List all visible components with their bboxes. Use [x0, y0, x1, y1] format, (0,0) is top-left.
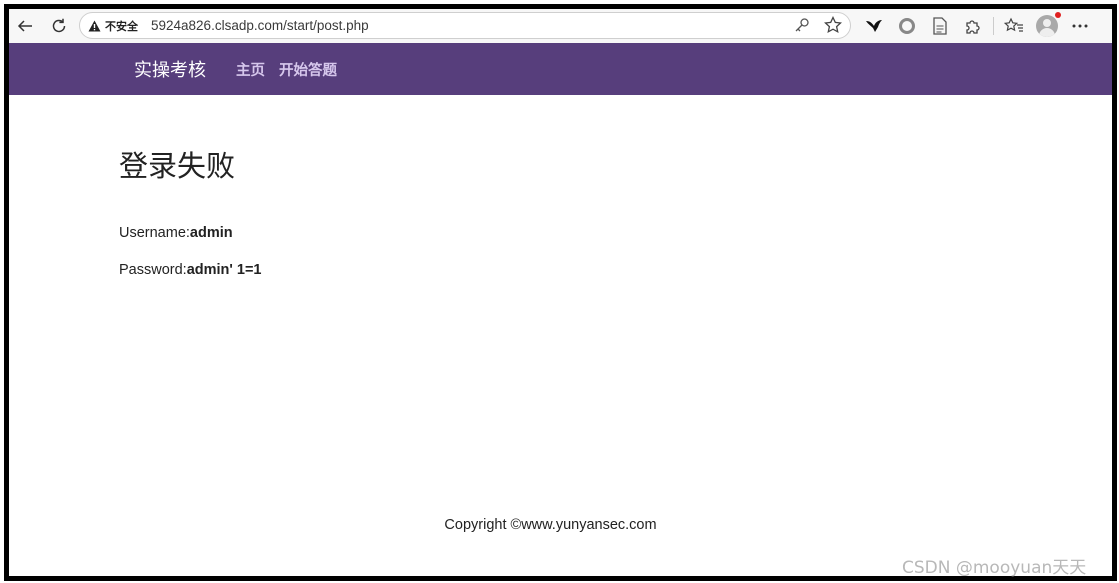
favorites-button[interactable] [1001, 13, 1027, 39]
star-icon[interactable] [824, 16, 842, 34]
key-icon[interactable] [794, 17, 810, 33]
password-value: admin' 1=1 [186, 262, 262, 278]
nav-link-home[interactable]: 主页 [236, 59, 265, 80]
back-button[interactable] [11, 12, 39, 40]
browser-toolbar: 不安全 5924a826.clsadp.com/start/post.php [9, 9, 1112, 43]
toolbar-icons [861, 12, 1100, 39]
back-arrow-icon [17, 20, 32, 32]
bird-extension-icon [866, 20, 882, 32]
password-line: Password:admin' 1=1 [119, 262, 261, 278]
security-label: 不安全 [105, 20, 138, 33]
more-icon [1072, 24, 1088, 28]
document-button[interactable] [927, 13, 953, 39]
page-title: 登录失败 [119, 149, 236, 183]
screenshot-frame: 不安全 5924a826.clsadp.com/start/post.php 实… [4, 4, 1117, 581]
warning-triangle-icon [88, 20, 101, 31]
refresh-icon [52, 18, 66, 33]
profile-button[interactable] [1034, 12, 1061, 39]
circle-extension-button[interactable] [894, 13, 920, 39]
nav-link-start-quiz[interactable]: 开始答题 [279, 59, 337, 80]
profile-avatar [1036, 15, 1058, 37]
security-indicator[interactable]: 不安全 [88, 18, 138, 34]
username-line: Username:admin [119, 225, 233, 241]
more-button[interactable] [1067, 13, 1093, 39]
bird-extension-button[interactable] [861, 13, 887, 39]
favorites-icon [1004, 17, 1023, 32]
footer-copyright: Copyright ©www.yunyansec.com [444, 517, 657, 533]
toolbar-divider [993, 17, 994, 35]
password-label: Password: [119, 262, 187, 278]
site-navbar: 实操考核 主页 开始答题 [9, 43, 1112, 95]
watermark: CSDN @mooyuan天天 [902, 558, 1087, 578]
refresh-button[interactable] [45, 12, 73, 40]
puzzle-extension-icon [966, 20, 980, 34]
username-label: Username: [119, 225, 190, 241]
document-icon [933, 17, 947, 35]
puzzle-extension-button[interactable] [960, 13, 986, 39]
username-value: admin [189, 225, 233, 241]
notification-dot [1055, 12, 1061, 18]
circle-extension-icon [899, 18, 915, 34]
site-brand[interactable]: 实操考核 [134, 56, 206, 82]
url-text[interactable]: 5924a826.clsadp.com/start/post.php [151, 18, 369, 33]
address-bar[interactable]: 不安全 5924a826.clsadp.com/start/post.php [79, 12, 851, 39]
